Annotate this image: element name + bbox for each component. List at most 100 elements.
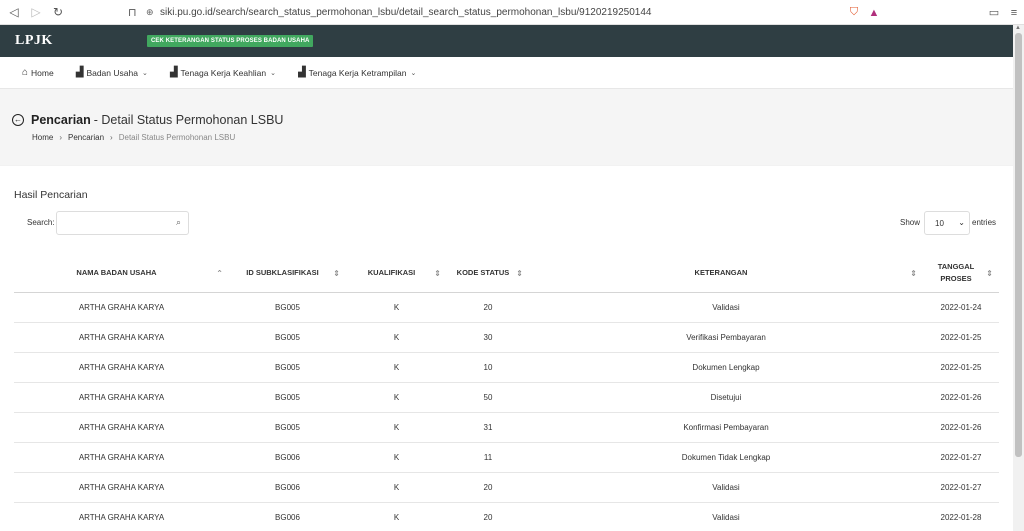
forward-icon[interactable]: ▷ [25, 1, 47, 23]
cell-nama-badan-usaha: ARTHA GRAHA KARYA [14, 292, 229, 323]
cell-kode-status: 20 [447, 292, 529, 323]
results-card: Hasil Pencarian Search: ⌕ Show 10 ⌄ entr… [0, 166, 1013, 531]
cell-id-subklasifikasi: BG005 [229, 292, 346, 323]
search-icon[interactable]: ⌕ [176, 217, 181, 228]
sort-icon: ⇕ [434, 269, 441, 278]
cell-kode-status: 20 [447, 472, 529, 503]
cell-tanggal-proses: 2022-01-25 [923, 352, 999, 383]
cell-keterangan: Validasi [529, 502, 923, 531]
column-header-kualifikasi[interactable]: KUALIFIKASI ⇕ [346, 255, 447, 293]
sort-asc-icon: ⌃ [216, 269, 223, 278]
brave-rewards-icon[interactable]: ▲ [864, 3, 884, 22]
table-row: ARTHA GRAHA KARYA BG006 K 20 Validasi 2022-01… [14, 502, 999, 531]
table-row: ARTHA GRAHA KARYA BG005 K 31 Konfirmasi Pemb… [14, 412, 999, 443]
cell-kualifikasi: K [346, 322, 447, 353]
column-header-nama-badan-usaha[interactable]: NAMA BADAN USAHA ⌃ [14, 255, 229, 293]
cell-id-subklasifikasi: BG006 [229, 442, 346, 473]
cell-kode-status: 10 [447, 352, 529, 383]
url-text[interactable]: siki.pu.go.id/search/search_status_permo… [160, 7, 651, 18]
cell-keterangan: Verifikasi Pembayaran [529, 322, 923, 353]
cell-keterangan: Disetujui [529, 382, 923, 413]
cell-nama-badan-usaha: ARTHA GRAHA KARYA [14, 382, 229, 413]
menu-item-badan-usaha[interactable]: ▟ Badan Usaha ⌄ [76, 67, 148, 78]
table-header-row: NAMA BADAN USAHA ⌃ ID SUBKLASIFIKASI ⇕ K… [14, 255, 999, 293]
cell-tanggal-proses: 2022-01-28 [923, 502, 999, 531]
address-bar[interactable]: ⊓ ⊕ siki.pu.go.id/search/search_status_p… [128, 3, 828, 22]
column-header-kode-status[interactable]: KODE STATUS ⇕ [447, 255, 529, 293]
breadcrumb-pencarian[interactable]: Pencarian [68, 133, 104, 142]
menu-icon[interactable]: ≡ [1004, 3, 1024, 22]
main-menu: ⌂ Home ▟ Badan Usaha ⌄ ▟ Tenaga Kerja Ke… [0, 57, 1013, 89]
table-row: ARTHA GRAHA KARYA BG005 K 20 Validasi 2022-01… [14, 292, 999, 323]
cell-id-subklasifikasi: BG005 [229, 322, 346, 353]
cell-nama-badan-usaha: ARTHA GRAHA KARYA [14, 322, 229, 353]
show-label: Show [900, 218, 921, 227]
cell-kualifikasi: K [346, 352, 447, 383]
cell-tanggal-proses: 2022-01-24 [923, 292, 999, 323]
entries-select[interactable]: 10 ⌄ [924, 211, 970, 235]
menu-item-label: Home [31, 67, 54, 78]
breadcrumb-current: Detail Status Permohonan LSBU [118, 133, 236, 142]
breadcrumb: Home › Pencarian › Detail Status Permoho… [32, 133, 235, 142]
column-header-tanggal-proses[interactable]: TANGGAL PROSES ⇕ [923, 255, 999, 293]
menu-item-label: Tenaga Kerja Ketrampilan [308, 67, 407, 78]
cell-tanggal-proses: 2022-01-27 [923, 442, 999, 473]
cell-kualifikasi: K [346, 472, 447, 503]
scroll-up-icon[interactable]: ▲ [1015, 25, 1021, 31]
cell-id-subklasifikasi: BG005 [229, 382, 346, 413]
table-body: ARTHA GRAHA KARYA BG005 K 20 Validasi 2022-01… [14, 292, 999, 531]
page-title-sub: - Detail Status Permohonan LSBU [93, 113, 284, 127]
extension-area: ⛉ ▲ ▭ ≡ [844, 3, 1024, 22]
column-header-keterangan[interactable]: KETERANGAN ⇕ [529, 255, 923, 293]
entries-value: 10 [935, 218, 944, 228]
site-header: LPJK CEK KETERANGAN STATUS PROSES BADAN … [0, 25, 1013, 57]
site-info-icon[interactable]: ⊕ [146, 7, 160, 18]
wallet-icon[interactable]: ▭ [984, 3, 1004, 22]
status-badge: CEK KETERANGAN STATUS PROSES BADAN USAHA [147, 35, 314, 47]
menu-item-tenaga-kerja-ketrampilan[interactable]: ▟ Tenaga Kerja Ketrampilan ⌄ [298, 67, 416, 78]
menu-item-tenaga-kerja-keahlian[interactable]: ▟ Tenaga Kerja Keahlian ⌄ [170, 67, 276, 78]
page-scrollbar[interactable]: ▲ [1013, 25, 1024, 531]
results-table: NAMA BADAN USAHA ⌃ ID SUBKLASIFIKASI ⇕ K… [14, 255, 999, 531]
table-row: ARTHA GRAHA KARYA BG006 K 20 Validasi 2022-01… [14, 472, 999, 503]
menu-item-home[interactable]: ⌂ Home [22, 67, 54, 78]
column-header-id-subklasifikasi[interactable]: ID SUBKLASIFIKASI ⇕ [229, 255, 346, 293]
cell-tanggal-proses: 2022-01-25 [923, 322, 999, 353]
search-label: Search: [27, 218, 55, 227]
cell-nama-badan-usaha: ARTHA GRAHA KARYA [14, 412, 229, 443]
back-arrow-icon[interactable]: ← [12, 114, 24, 126]
browser-toolbar: ◁ ▷ ↻ ⊓ ⊕ siki.pu.go.id/search/search_st… [0, 0, 1024, 25]
menu-item-label: Tenaga Kerja Keahlian [180, 67, 267, 78]
cell-keterangan: Konfirmasi Pembayaran [529, 412, 923, 443]
bookmark-icon[interactable]: ⊓ [128, 6, 146, 19]
cell-nama-badan-usaha: ARTHA GRAHA KARYA [14, 442, 229, 473]
cell-keterangan: Validasi [529, 292, 923, 323]
cell-kualifikasi: K [346, 292, 447, 323]
page-title: ← Pencarian - Detail Status Permohonan L… [12, 113, 283, 127]
cell-id-subklasifikasi: BG005 [229, 352, 346, 383]
brave-shield-icon[interactable]: ⛉ [844, 3, 864, 22]
sort-icon: ⇕ [333, 269, 340, 278]
search-input[interactable] [61, 212, 171, 234]
sort-icon: ⇕ [516, 269, 523, 278]
cell-id-subklasifikasi: BG005 [229, 412, 346, 443]
breadcrumb-separator-icon: › [59, 133, 63, 142]
chevron-down-icon: ⌄ [270, 69, 276, 77]
chevron-down-icon: ⌄ [410, 69, 417, 77]
site-logo[interactable]: LPJK [15, 33, 53, 49]
cell-kualifikasi: K [346, 412, 447, 443]
cell-keterangan: Dokumen Lengkap [529, 352, 923, 383]
back-icon[interactable]: ◁ [3, 1, 25, 23]
cell-kode-status: 20 [447, 502, 529, 531]
cell-nama-badan-usaha: ARTHA GRAHA KARYA [14, 502, 229, 531]
reload-icon[interactable]: ↻ [47, 1, 69, 23]
building-icon: ▟ [169, 67, 178, 78]
menu-item-label: Badan Usaha [86, 67, 138, 78]
breadcrumb-home[interactable]: Home [32, 133, 53, 142]
cell-tanggal-proses: 2022-01-27 [923, 472, 999, 503]
cell-keterangan: Validasi [529, 472, 923, 503]
cell-kode-status: 50 [447, 382, 529, 413]
search-field[interactable]: ⌕ [56, 211, 189, 235]
scroll-thumb[interactable] [1015, 33, 1022, 457]
breadcrumb-separator-icon: › [110, 133, 113, 142]
